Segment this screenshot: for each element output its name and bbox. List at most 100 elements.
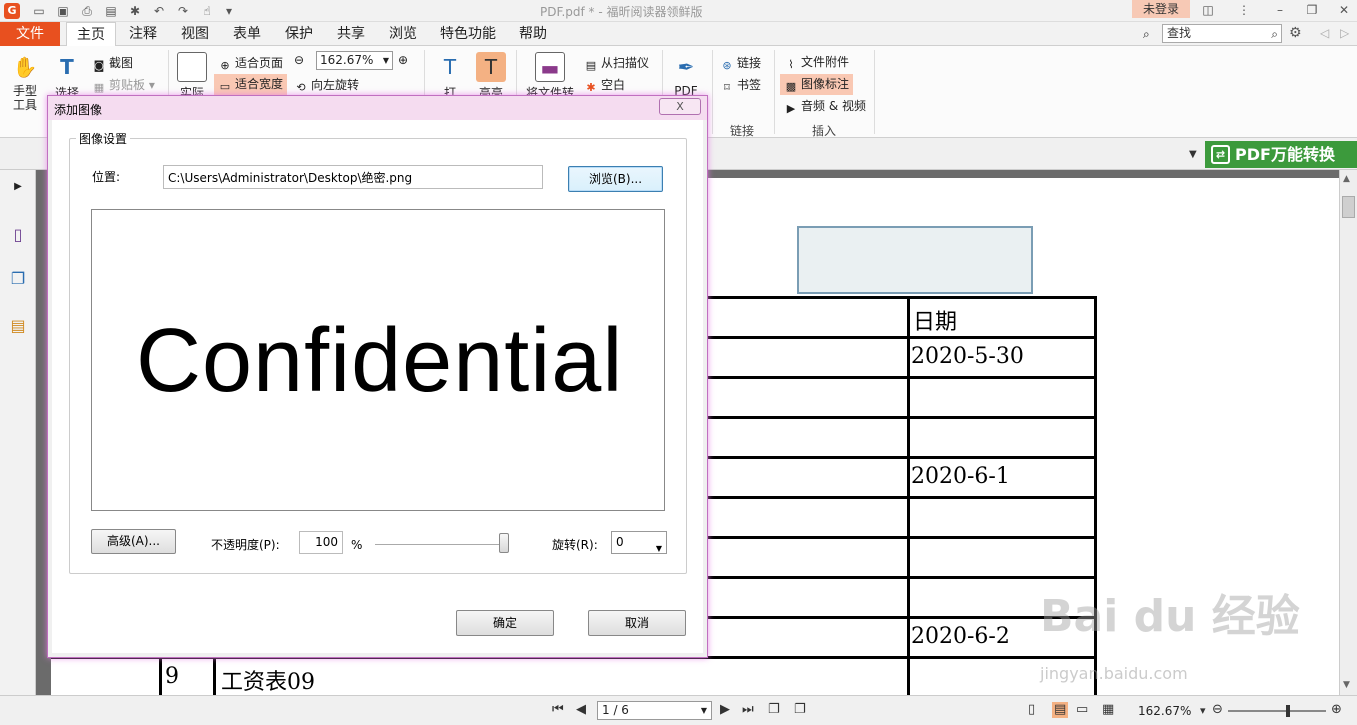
zoom-menu-icon[interactable]: ▾ bbox=[1200, 703, 1206, 719]
vertical-scrollbar[interactable]: ▲ ▼ bbox=[1339, 170, 1357, 695]
status-zoom-value[interactable]: 162.67% bbox=[1138, 704, 1191, 718]
zoom-slider-thumb[interactable] bbox=[1286, 705, 1290, 717]
undo-icon[interactable]: ↶ bbox=[152, 4, 166, 18]
blank-button[interactable]: ✱ 空白 bbox=[584, 76, 625, 95]
skin-icon[interactable]: ◫ bbox=[1198, 2, 1218, 18]
prev-page-icon[interactable]: ◀ bbox=[576, 702, 586, 718]
tab-protect[interactable]: 保护 bbox=[278, 22, 320, 46]
properties-icon[interactable]: ▤ bbox=[104, 4, 118, 18]
tab-form[interactable]: 表单 bbox=[226, 22, 268, 46]
ribbon-prev-icon[interactable]: ◁ bbox=[1320, 26, 1329, 40]
first-page-icon[interactable]: ⏮ bbox=[552, 702, 564, 718]
ribbon-next-icon[interactable]: ▷ bbox=[1340, 26, 1349, 40]
cancel-button[interactable]: 取消 bbox=[588, 610, 686, 636]
scroll-down-icon[interactable]: ▼ bbox=[1343, 680, 1350, 690]
chevron-down-icon[interactable]: ▼ bbox=[1189, 149, 1197, 160]
scroll-thumb[interactable] bbox=[1342, 196, 1355, 218]
tab-view[interactable]: 视图 bbox=[174, 22, 216, 46]
bookmarks-panel-icon[interactable]: ▯ bbox=[8, 224, 28, 246]
zoom-in-icon[interactable]: ⊕ bbox=[398, 53, 408, 67]
tab-comment[interactable]: 注释 bbox=[122, 22, 164, 46]
tab-features[interactable]: 特色功能 bbox=[434, 22, 502, 46]
rotate-left-icon: ⟲ bbox=[296, 81, 306, 94]
bookmark-icon: ⌑ bbox=[724, 81, 730, 94]
hand-tool-label: 手型 工具 bbox=[12, 84, 37, 112]
fit-page-icon: ⊕ bbox=[220, 59, 230, 72]
restore-icon[interactable]: ❐ bbox=[1302, 2, 1322, 18]
open-icon[interactable]: ▭ bbox=[32, 4, 46, 18]
hand-tool-button[interactable]: ✋ 手型 工具 bbox=[6, 52, 44, 112]
next-view-icon[interactable]: ❐ bbox=[794, 702, 806, 718]
location-input[interactable]: C:\Users\Administrator\Desktop\绝密.png bbox=[163, 165, 543, 189]
clipboard-button[interactable]: ▦ 剪贴板 ▾ bbox=[92, 76, 155, 95]
fit-page-button[interactable]: ⊕ 适合页面 bbox=[218, 54, 283, 73]
scroll-up-icon[interactable]: ▲ bbox=[1343, 174, 1350, 184]
audio-video-button[interactable]: ▶ 音频 & 视频 bbox=[784, 97, 866, 116]
close-icon[interactable]: ✕ bbox=[1334, 2, 1354, 18]
dialog-close-button[interactable]: X bbox=[659, 98, 701, 115]
browse-button[interactable]: 浏览(B)... bbox=[568, 166, 663, 192]
ok-button[interactable]: 确定 bbox=[456, 610, 554, 636]
bookmark-button[interactable]: ⌑ 书签 bbox=[720, 76, 761, 95]
login-button[interactable]: 未登录 bbox=[1132, 0, 1190, 18]
continuous-page-icon[interactable]: ▤ bbox=[1052, 702, 1069, 718]
typewriter-button[interactable]: T 打 bbox=[432, 52, 468, 101]
next-page-icon[interactable]: ▶ bbox=[720, 702, 730, 718]
select-button[interactable]: T 选择 bbox=[48, 52, 86, 101]
facing-page-icon[interactable]: ▭ bbox=[1076, 702, 1088, 718]
from-scanner-button[interactable]: ▤ 从扫描仪 bbox=[584, 54, 649, 73]
gear-icon[interactable]: ⚙ bbox=[1289, 25, 1302, 41]
tab-help[interactable]: 帮助 bbox=[512, 22, 554, 46]
tab-browse[interactable]: 浏览 bbox=[382, 22, 424, 46]
zoom-out-icon[interactable]: ⊖ bbox=[294, 53, 304, 67]
search-icon[interactable]: ⌕ bbox=[1271, 26, 1278, 43]
continuous-facing-icon[interactable]: ▦ bbox=[1102, 702, 1114, 718]
opacity-slider[interactable] bbox=[375, 544, 509, 546]
tab-home[interactable]: 主页 bbox=[66, 22, 116, 47]
redo-icon[interactable]: ↷ bbox=[176, 4, 190, 18]
convert-file-button[interactable]: ▬ 将文件转 bbox=[522, 52, 578, 101]
paperclip-icon: ⌇ bbox=[788, 58, 794, 71]
rotate-select[interactable]: 0 ▼ bbox=[611, 531, 667, 554]
minimize-icon[interactable]: – bbox=[1270, 2, 1290, 18]
pdf-sign-button[interactable]: ✒ PDF bbox=[668, 52, 704, 98]
zoom-slider[interactable] bbox=[1228, 705, 1326, 717]
scanner-icon: ▤ bbox=[585, 59, 597, 72]
opacity-slider-thumb[interactable] bbox=[499, 533, 509, 553]
dialog-titlebar[interactable]: 添加图像 X bbox=[48, 96, 707, 120]
app-logo-icon[interactable]: G bbox=[4, 3, 20, 19]
new-icon[interactable]: ✱ bbox=[128, 4, 142, 18]
fit-width-button[interactable]: ▭ 适合宽度 bbox=[214, 74, 288, 95]
screenshot-button[interactable]: ◙ 截图 bbox=[92, 54, 133, 73]
zoom-select[interactable]: 162.67% ▼ bbox=[316, 51, 393, 70]
tab-file[interactable]: 文件 bbox=[0, 22, 60, 46]
search-input[interactable]: 查找 ⌕ bbox=[1162, 24, 1282, 43]
zoom-out-icon[interactable]: ⊖ bbox=[1212, 702, 1223, 718]
pdf-convert-promo[interactable]: ⇄ PDF万能转换 bbox=[1205, 141, 1357, 168]
highlight-button[interactable]: T 高亮 bbox=[472, 52, 510, 101]
save-icon[interactable]: ▣ bbox=[56, 4, 70, 18]
single-page-icon[interactable]: ▯ bbox=[1028, 702, 1035, 718]
previous-view-icon[interactable]: ❐ bbox=[768, 702, 780, 718]
advanced-button[interactable]: 高级(A)... bbox=[91, 529, 176, 554]
link-button[interactable]: ⊛ 链接 bbox=[720, 54, 761, 73]
hand-quick-icon[interactable]: ☝ bbox=[200, 4, 214, 18]
pages-panel-icon[interactable]: ❐ bbox=[8, 268, 28, 290]
image-annotation-button[interactable]: ▩ 图像标注 bbox=[780, 74, 854, 95]
customize-icon[interactable]: ▾ bbox=[222, 4, 236, 18]
opacity-input[interactable]: 100 bbox=[299, 531, 343, 554]
link-icon: ⊛ bbox=[722, 59, 732, 72]
comments-panel-icon[interactable]: ▤ bbox=[8, 315, 28, 337]
rotate-left-button[interactable]: ⟲ 向左旋转 bbox=[294, 76, 359, 95]
image-placeholder-box[interactable] bbox=[797, 226, 1033, 294]
file-attachment-button[interactable]: ⌇ 文件附件 bbox=[784, 53, 849, 72]
blank-icon: ✱ bbox=[586, 81, 596, 94]
expand-panel-icon[interactable]: ▶ bbox=[8, 176, 28, 198]
actual-size-button[interactable]: 实际 bbox=[174, 52, 210, 101]
zoom-in-icon[interactable]: ⊕ bbox=[1331, 702, 1342, 718]
print-icon[interactable]: ⎙ bbox=[80, 4, 94, 18]
options-icon[interactable]: ⋮ bbox=[1234, 2, 1254, 18]
last-page-icon[interactable]: ⏭ bbox=[742, 702, 754, 718]
page-number-input[interactable]: 1 / 6 ▼ bbox=[597, 701, 712, 720]
tab-share[interactable]: 共享 bbox=[330, 22, 372, 46]
